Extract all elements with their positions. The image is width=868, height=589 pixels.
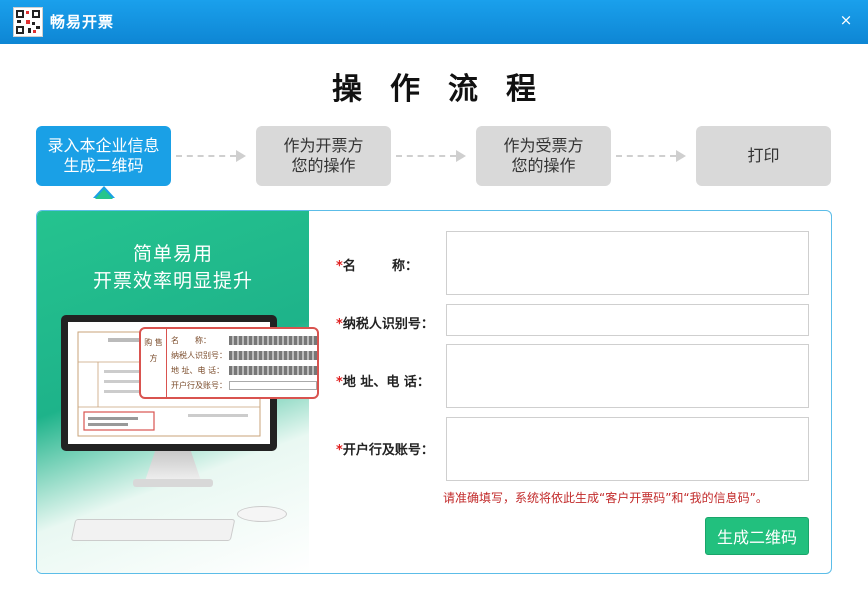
main-panel: 简单易用 开票效率明显提升 购 售 方 名 称： 纳税人识别号： 地 址、电 话… bbox=[36, 210, 832, 574]
step-arrow-icon bbox=[176, 150, 246, 162]
bank-account-field[interactable] bbox=[446, 417, 809, 481]
promo-title: 简单易用 开票效率明显提升 bbox=[37, 241, 309, 295]
zoom-row: 纳税人识别号： bbox=[171, 350, 317, 364]
zoom-side-label: 购 售 方 bbox=[141, 329, 167, 397]
address-phone-label: *地 址、电 话： bbox=[336, 375, 430, 390]
step-arrow-icon bbox=[396, 150, 466, 162]
invoice-zoom-callout: 购 售 方 名 称： 纳税人识别号： 地 址、电 话： 开户行及账号： bbox=[139, 327, 319, 399]
step-label-line2: 您的操作 bbox=[291, 156, 356, 175]
promo-line-2: 开票效率明显提升 bbox=[92, 270, 253, 292]
step-label-line1: 作为受票方 bbox=[503, 136, 584, 155]
close-button[interactable]: × bbox=[836, 10, 856, 30]
step-label-line2: 生成二维码 bbox=[63, 156, 144, 175]
mouse-illustration bbox=[237, 506, 287, 522]
monitor-stand bbox=[145, 451, 201, 481]
form-hint: 请准确填写，系统将依此生成“客户开票码”和“我的信息码”。 bbox=[443, 491, 768, 505]
step-label-line1: 录入本企业信息 bbox=[47, 136, 160, 155]
active-step-pointer bbox=[93, 186, 115, 199]
zoom-row: 名 称： bbox=[171, 335, 317, 349]
tax-id-label: *纳税人识别号： bbox=[336, 317, 434, 332]
step-as-recipient[interactable]: 作为受票方 您的操作 bbox=[476, 126, 611, 186]
promo-area: 简单易用 开票效率明显提升 购 售 方 名 称： 纳税人识别号： 地 址、电 话… bbox=[37, 211, 319, 573]
bank-account-label: *开户行及账号： bbox=[336, 443, 434, 458]
zoom-row: 地 址、电 话： bbox=[171, 365, 317, 379]
step-arrow-icon bbox=[616, 150, 686, 162]
generate-qr-button[interactable]: 生成二维码 bbox=[705, 517, 809, 555]
app-title: 畅易开票 bbox=[50, 13, 115, 31]
tax-id-field[interactable] bbox=[446, 304, 809, 336]
keyboard-illustration bbox=[70, 519, 236, 541]
zoom-row: 开户行及账号： bbox=[171, 380, 317, 394]
step-label-line2: 您的操作 bbox=[511, 156, 576, 175]
qr-logo-icon bbox=[13, 7, 43, 37]
step-enter-company-info[interactable]: 录入本企业信息 生成二维码 bbox=[36, 126, 171, 186]
promo-line-1: 简单易用 bbox=[132, 243, 213, 265]
step-as-issuer[interactable]: 作为开票方 您的操作 bbox=[256, 126, 391, 186]
step-print[interactable]: 打印 bbox=[696, 126, 831, 186]
monitor-base bbox=[133, 479, 213, 487]
company-name-field[interactable] bbox=[446, 231, 809, 295]
name-label: *名 称： bbox=[336, 259, 419, 274]
address-phone-field[interactable] bbox=[446, 344, 809, 408]
title-bar: 畅易开票 × bbox=[0, 0, 868, 44]
step-label-line1: 作为开票方 bbox=[283, 136, 364, 155]
page-title: 操作流程 bbox=[332, 72, 564, 107]
step-label-line1: 打印 bbox=[747, 146, 780, 165]
